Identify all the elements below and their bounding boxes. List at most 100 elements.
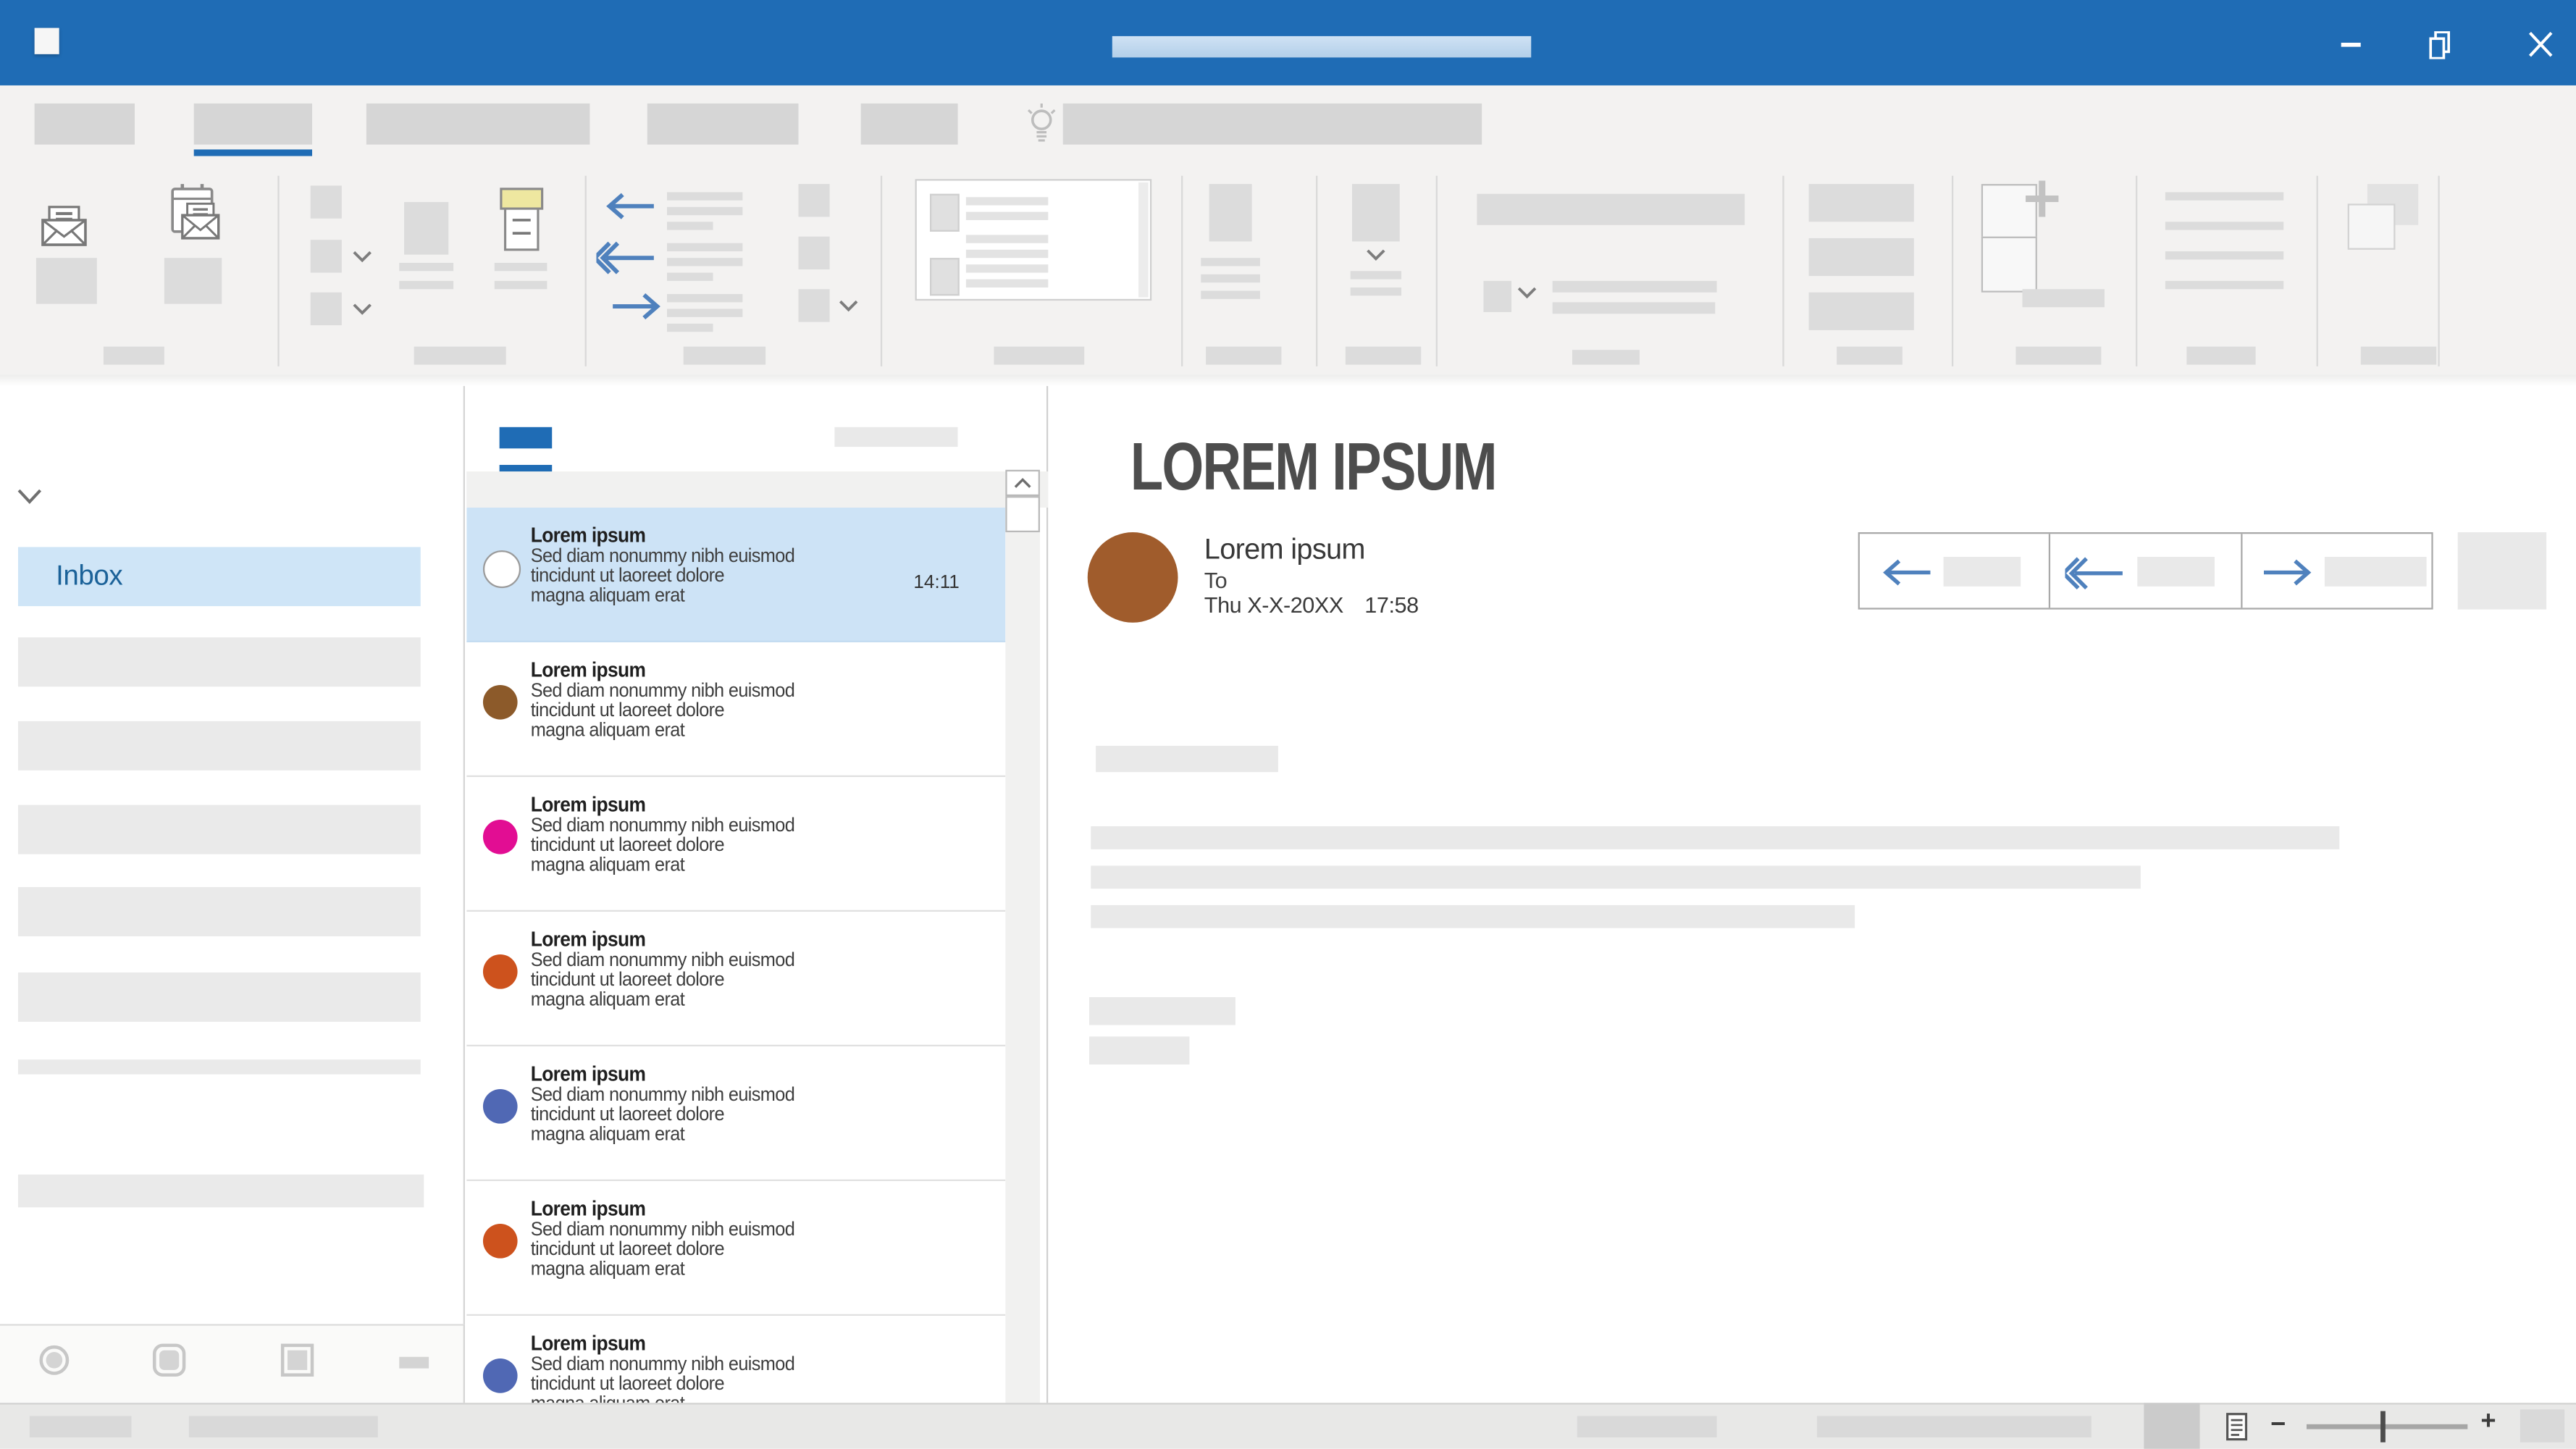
body-line-placeholder	[1091, 905, 1855, 928]
move-button-placeholder[interactable]	[1209, 184, 1252, 241]
more-actions-placeholder[interactable]	[2458, 532, 2546, 610]
list-item[interactable]: Lorem ipsum Sed diam nonummy nibh euismo…	[466, 912, 1005, 1046]
addin-cell-placeholder[interactable]	[1981, 237, 2037, 293]
filter-button-placeholder[interactable]	[1809, 238, 1914, 276]
chevron-down-icon[interactable]	[1516, 286, 1537, 301]
reply-all-button[interactable]	[2051, 534, 2242, 608]
forward-button[interactable]	[2242, 534, 2432, 608]
sidebar-folder-placeholder[interactable]	[18, 1175, 424, 1207]
ribbon-divider	[1316, 176, 1317, 366]
list-tab-focused[interactable]	[500, 427, 553, 448]
reply-all-label-placeholder	[2138, 557, 2215, 587]
addressbook-button-placeholder[interactable]	[1809, 184, 1914, 222]
chevron-down-icon[interactable]	[351, 250, 372, 264]
body-line-placeholder	[1091, 865, 2141, 889]
email-text: Lorem ipsum Sed diam nonummy nibh euismo…	[531, 1332, 794, 1403]
people-nav-icon[interactable]	[281, 1344, 314, 1377]
email-preview-line: magna aliquam erat	[531, 990, 794, 1009]
list-item[interactable]: Lorem ipsum Sed diam nonummy nibh euismo…	[466, 642, 1005, 777]
lightbulb-icon[interactable]	[1027, 104, 1057, 146]
list-item[interactable]: Lorem ipsum Sed diam nonummy nibh euismo…	[466, 1181, 1005, 1316]
list-scrollbar-thumb[interactable]	[1005, 496, 1040, 532]
sidebar-folder-placeholder[interactable]	[18, 721, 421, 770]
zoom-in-button[interactable]: +	[2480, 1408, 2496, 1437]
find-button-placeholder[interactable]	[1809, 293, 1914, 330]
close-button[interactable]	[2515, 23, 2564, 66]
new-items-icon[interactable]	[163, 182, 229, 248]
ribbon-tab-sendreceive[interactable]	[366, 104, 590, 145]
ribbon-tab-search-placeholder[interactable]	[1063, 104, 1482, 145]
app-icon[interactable]	[35, 28, 59, 54]
list-item[interactable]: Lorem ipsum Sed diam nonummy nibh euismo…	[466, 508, 1005, 642]
window-front-placeholder[interactable]	[2348, 203, 2396, 250]
sticky-note-icon[interactable]	[495, 188, 549, 253]
zoom-slider-track[interactable]	[2307, 1424, 2467, 1429]
im-button-placeholder[interactable]	[798, 237, 829, 269]
cleanup-button-placeholder[interactable]	[311, 240, 342, 272]
scroll-up-button[interactable]	[1005, 470, 1040, 496]
reply-button[interactable]	[1860, 534, 2051, 608]
zoom-out-button[interactable]: −	[2270, 1411, 2286, 1441]
zoom-slider-thumb[interactable]	[2380, 1411, 2386, 1442]
list-item[interactable]: Lorem ipsum Sed diam nonummy nibh euismo…	[466, 1046, 1005, 1181]
ribbon-tab-file[interactable]	[35, 104, 135, 145]
forward-label-placeholder	[2324, 557, 2426, 587]
collapse-chevron-icon[interactable]	[17, 488, 43, 506]
email-list: Lorem ipsum Sed diam nonummy nibh euismo…	[466, 508, 1005, 1403]
sidebar-folder-placeholder[interactable]	[18, 637, 421, 686]
meeting-button-placeholder[interactable]	[798, 184, 829, 217]
chevron-down-icon[interactable]	[1365, 248, 1386, 263]
mail-nav-icon[interactable]	[39, 1345, 69, 1375]
calendar-nav-icon[interactable]	[153, 1344, 185, 1377]
sidebar-folder-placeholder[interactable]	[18, 973, 421, 1022]
body-signature-placeholder	[1089, 1036, 1189, 1064]
quick-step-line	[966, 197, 1048, 205]
reply-all-icon[interactable]	[596, 240, 657, 276]
status-updating-placeholder	[1817, 1416, 2092, 1437]
list-item[interactable]: Lorem ipsum Sed diam nonummy nibh euismo…	[466, 777, 1005, 912]
email-preview-line: magna aliquam erat	[531, 1394, 794, 1403]
junk-button-placeholder[interactable]	[311, 293, 342, 325]
delete-button-placeholder[interactable]	[404, 202, 448, 255]
ignore-button-placeholder[interactable]	[311, 185, 342, 218]
quick-steps-box[interactable]	[915, 179, 1152, 301]
reply-label-placeholder	[1944, 557, 2021, 587]
ribbon-tab-folder[interactable]	[647, 104, 799, 145]
list-item[interactable]: Lorem ipsum Sed diam nonummy nibh euismo…	[466, 1316, 1005, 1403]
sidebar-folder-placeholder[interactable]	[18, 1059, 421, 1074]
list-scrollbar-track[interactable]	[1005, 532, 1040, 1403]
categorize-button-placeholder[interactable]	[1483, 281, 1511, 312]
minimize-icon	[2341, 42, 2361, 47]
quick-step-icon-placeholder	[930, 258, 960, 295]
tags-wide-placeholder[interactable]	[1477, 194, 1745, 225]
chevron-down-icon[interactable]	[351, 302, 372, 316]
quick-steps-scroll-placeholder[interactable]	[1138, 182, 1149, 298]
reply-icon[interactable]	[605, 192, 658, 220]
sidebar-item-inbox[interactable]: Inbox	[18, 547, 421, 606]
reply-all-label-line	[667, 258, 742, 266]
new-email-icon[interactable]	[41, 206, 88, 247]
forward-icon[interactable]	[610, 293, 663, 321]
sender-avatar[interactable]	[1088, 532, 1178, 623]
ribbon-tab-home-active[interactable]	[194, 104, 312, 145]
ribbon-tab-view[interactable]	[861, 104, 958, 145]
tasks-nav-icon[interactable]	[399, 1357, 429, 1369]
avatar	[483, 685, 518, 720]
text-line-placeholder	[2165, 251, 2283, 259]
email-preview-line: magna aliquam erat	[531, 721, 794, 740]
chevron-down-icon[interactable]	[838, 299, 859, 314]
reading-view-icon[interactable]	[2226, 1413, 2247, 1441]
sidebar-folder-placeholder[interactable]	[18, 805, 421, 854]
text-line-placeholder	[2165, 222, 2283, 230]
restore-button[interactable]	[2417, 23, 2466, 66]
email-preview-line: magna aliquam erat	[531, 1125, 794, 1144]
list-sort-placeholder[interactable]	[834, 427, 957, 447]
zoom-level-placeholder[interactable]	[2520, 1409, 2564, 1442]
ribbon-divider	[1181, 176, 1183, 366]
minimize-button[interactable]	[2326, 23, 2375, 66]
sidebar-folder-placeholder[interactable]	[18, 887, 421, 936]
quick-step-icon-placeholder	[930, 194, 960, 232]
ribbon-divider	[1782, 176, 1784, 366]
more-respond-button-placeholder[interactable]	[798, 289, 829, 322]
rules-button-placeholder[interactable]	[1352, 184, 1400, 241]
